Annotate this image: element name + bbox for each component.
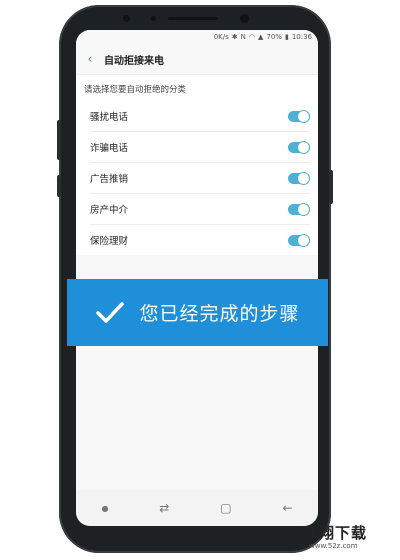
- status-bar: 0K/s ✱ N ◠ ▲ 70% ▮ 10:36: [76, 30, 318, 44]
- nfc-icon: N: [240, 33, 246, 41]
- page-title: 自动拒接来电: [104, 55, 164, 67]
- watermark-brand: 飞翔下载: [303, 524, 368, 542]
- setting-row-fraud[interactable]: 诈骗电话: [90, 132, 310, 163]
- setting-label: 骚扰电话: [90, 112, 129, 123]
- setting-label: 广告推销: [90, 174, 129, 185]
- toggle-switch[interactable]: [288, 171, 310, 185]
- chevron-left-icon[interactable]: ‹: [76, 52, 104, 67]
- toggle-knob: [297, 140, 310, 154]
- battery-level: 70%: [266, 33, 282, 41]
- power-button: [329, 170, 333, 204]
- toggle-knob: [297, 202, 310, 216]
- setting-label: 保险理财: [90, 236, 129, 247]
- bluetooth-icon: ✱: [231, 33, 238, 41]
- toggle-switch[interactable]: [288, 233, 310, 247]
- setting-row-harassment[interactable]: 骚扰电话: [90, 101, 310, 132]
- clock: 10:36: [291, 33, 312, 41]
- wifi-icon: ◠: [248, 33, 255, 41]
- signal-icon: ▲: [258, 33, 264, 41]
- battery-icon: ▮: [284, 33, 289, 41]
- setting-row-insurance[interactable]: 保险理财: [90, 225, 310, 255]
- watermark-url: www.52z.com: [309, 542, 358, 550]
- earpiece: [168, 17, 218, 20]
- toggle-knob: [297, 233, 310, 247]
- toggle-switch[interactable]: [288, 109, 310, 123]
- setting-label: 诈骗电话: [90, 143, 129, 154]
- app-header: ‹ 自动拒接来电: [76, 44, 318, 74]
- toggle-switch[interactable]: [288, 140, 310, 154]
- recent-apps-icon[interactable]: ⇄: [159, 501, 169, 515]
- phone-screen: 0K/s ✱ N ◠ ▲ 70% ▮ 10:36 ‹ 自动拒接来电 请选择您要自…: [76, 30, 318, 526]
- network-speed: 0K/s: [213, 33, 229, 41]
- volume-button: [57, 120, 61, 160]
- setting-row-advertising[interactable]: 广告推销: [90, 163, 310, 194]
- home-button-icon[interactable]: ▢: [220, 501, 231, 515]
- toggle-knob: [297, 109, 310, 123]
- banner-label: 您已经完成的步骤: [139, 303, 300, 325]
- front-camera: [240, 14, 249, 23]
- setting-row-real-estate[interactable]: 房产中介: [90, 194, 310, 225]
- toggle-switch[interactable]: [288, 202, 310, 216]
- completion-banner: 您已经完成的步骤: [67, 279, 328, 346]
- bixby-button: [57, 175, 61, 197]
- toggle-knob: [297, 171, 310, 185]
- proximity-sensor: [151, 16, 156, 21]
- settings-card: 请选择您要自动拒绝的分类 骚扰电话 诈骗电话 广告推销 房产中介 保险理财: [76, 74, 318, 255]
- check-icon: [96, 301, 125, 323]
- section-subtitle: 请选择您要自动拒绝的分类: [84, 85, 187, 95]
- navigation-bar: ● ⇄ ▢ ←: [76, 490, 318, 526]
- iris-sensor: [123, 15, 130, 22]
- dot-icon[interactable]: ●: [101, 504, 108, 513]
- back-arrow-icon[interactable]: ←: [282, 501, 292, 515]
- setting-label: 房产中介: [90, 205, 129, 216]
